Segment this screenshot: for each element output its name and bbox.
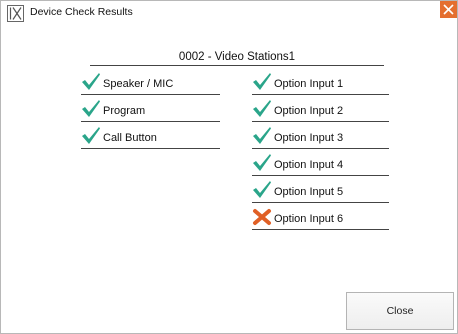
check-item-underline	[252, 229, 389, 230]
check-mark-icon	[252, 154, 272, 172]
check-item-label: Option Input 3	[274, 132, 344, 144]
check-item: Option Input 3	[252, 127, 389, 149]
check-item-underline	[252, 175, 389, 176]
check-mark-icon	[81, 73, 101, 91]
check-item: Option Input 4	[252, 154, 389, 176]
ix-logo-icon	[7, 5, 24, 22]
station-title: 0002 - Video Stations1	[178, 51, 296, 63]
check-item-underline	[252, 121, 389, 122]
check-item-label: Option Input 6	[274, 213, 344, 225]
window-title: Device Check Results	[30, 6, 133, 18]
check-mark-icon	[252, 100, 272, 118]
check-item: Option Input 2	[252, 100, 389, 122]
check-item-label: Speaker / MIC	[103, 78, 174, 90]
fail-x-icon	[252, 208, 272, 226]
divider	[90, 65, 384, 66]
check-item-label: Option Input 2	[274, 105, 344, 117]
check-mark-icon	[252, 181, 272, 199]
check-item: Option Input 1	[252, 73, 389, 95]
check-item: Speaker / MIC	[81, 73, 220, 95]
check-item-underline	[252, 202, 389, 203]
check-item: Option Input 6	[252, 208, 389, 230]
check-item-underline	[252, 148, 389, 149]
check-item-label: Option Input 1	[274, 78, 344, 90]
check-item-underline	[252, 94, 389, 95]
check-mark-icon	[81, 127, 101, 145]
title-bar: Device Check Results	[1, 1, 457, 27]
check-item-label: Call Button	[103, 132, 157, 144]
close-button[interactable]: Close	[346, 292, 454, 330]
check-item-label: Program	[103, 105, 146, 117]
check-item-label: Option Input 4	[274, 159, 344, 171]
device-check-dialog: Device Check Results 0002 - Video Statio…	[0, 0, 458, 334]
check-mark-icon	[252, 73, 272, 91]
check-item-underline	[81, 148, 220, 149]
check-item-label: Option Input 5	[274, 186, 344, 198]
close-x-icon[interactable]	[440, 1, 457, 18]
check-item: Option Input 5	[252, 181, 389, 203]
check-item-underline	[81, 94, 220, 95]
check-mark-icon	[252, 127, 272, 145]
check-item-underline	[81, 121, 220, 122]
check-item: Program	[81, 100, 220, 122]
check-item: Call Button	[81, 127, 220, 149]
check-mark-icon	[81, 100, 101, 118]
